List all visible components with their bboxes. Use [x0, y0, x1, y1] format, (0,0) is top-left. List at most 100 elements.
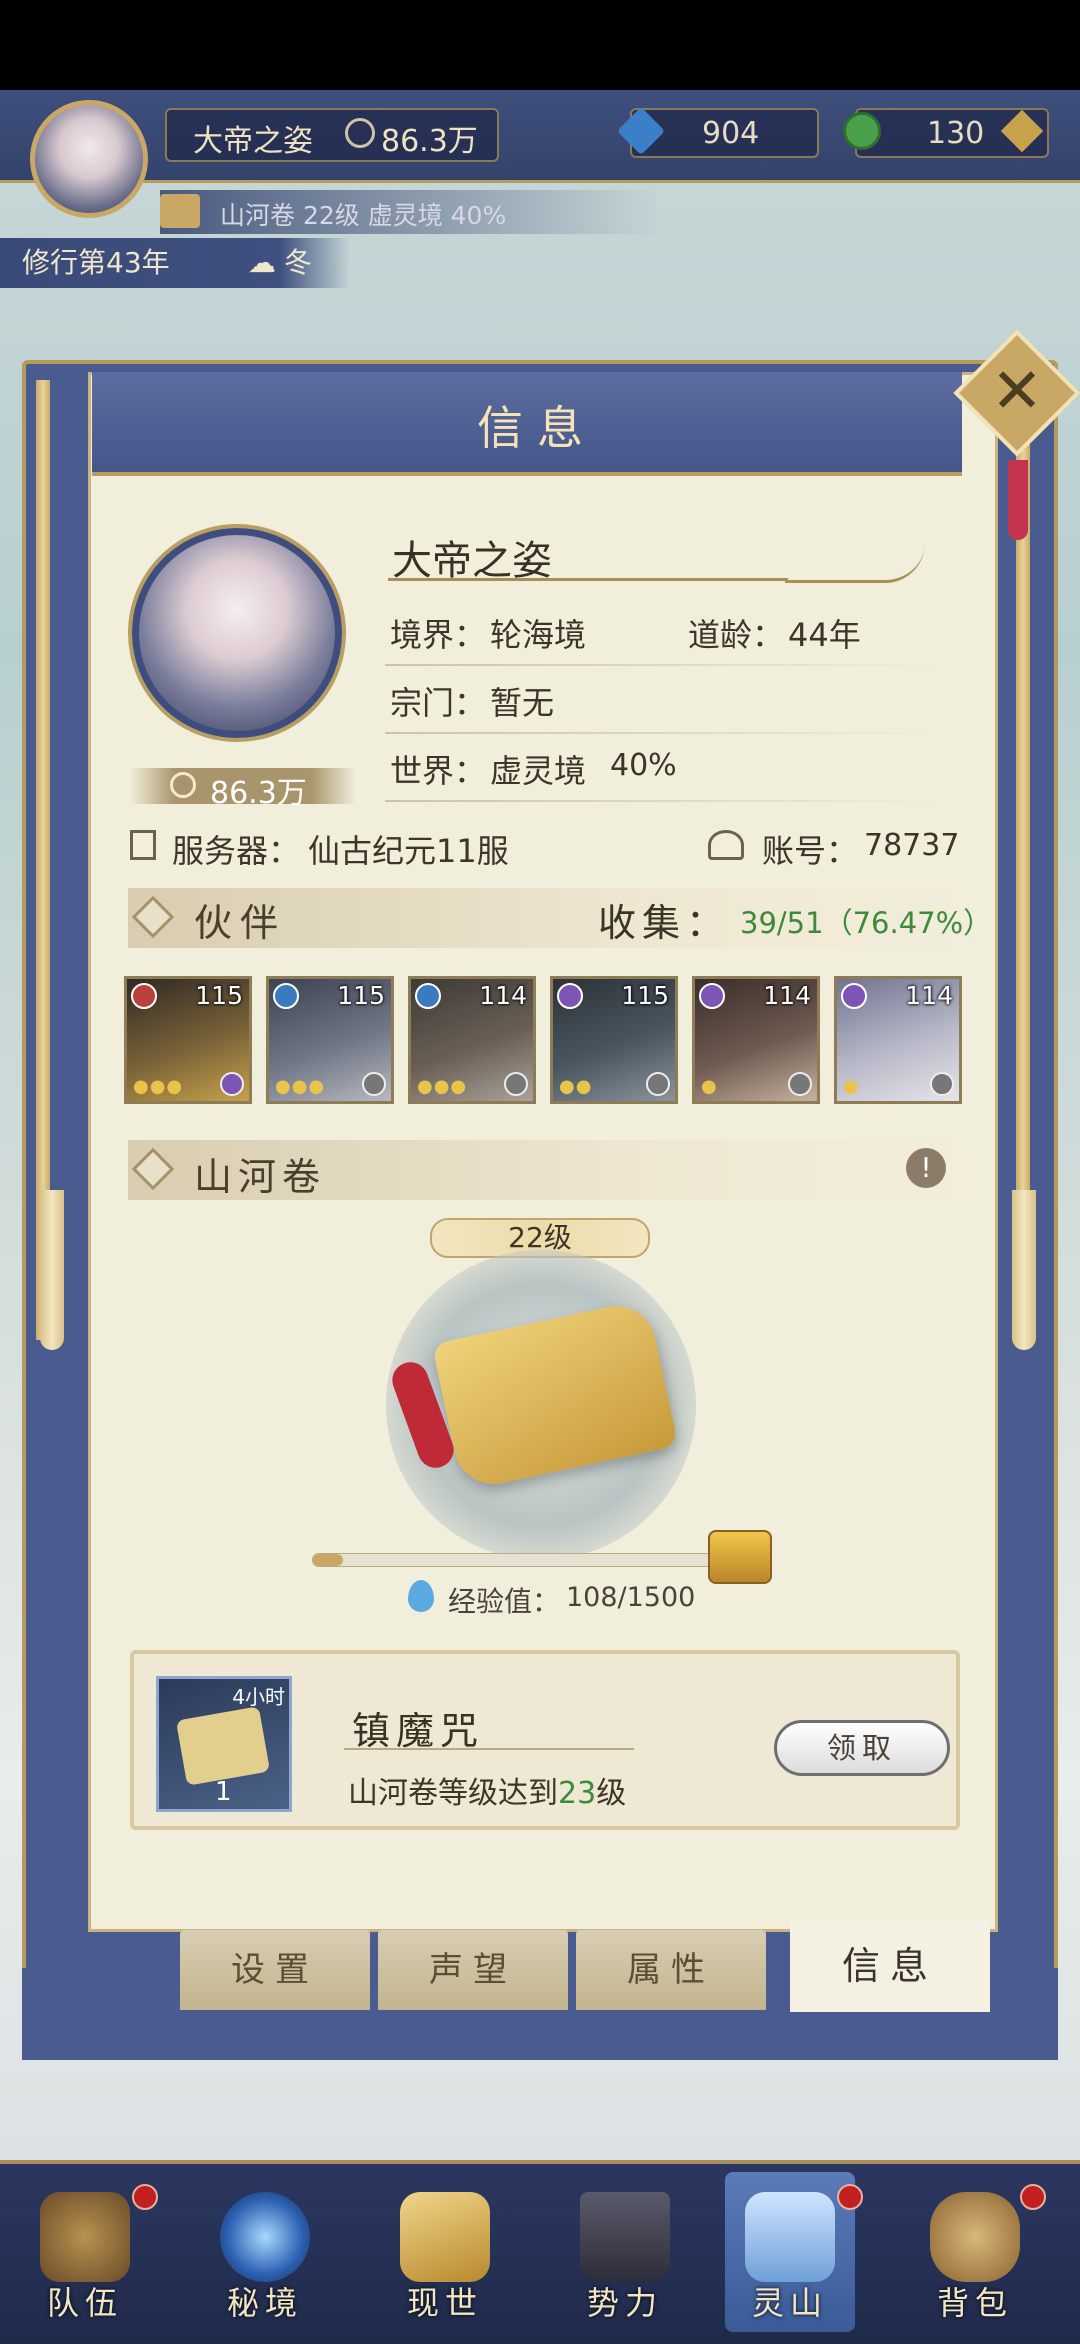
rank-badge-icon [788, 1072, 812, 1096]
partner-card[interactable]: 115 ●● [550, 976, 678, 1104]
panel-title: 信息 [477, 401, 597, 455]
nav-faction[interactable]: 势力 [560, 2172, 690, 2332]
server-value: 仙古纪元11服 [308, 832, 509, 870]
spirit-element-icon [841, 983, 867, 1009]
jade-count: 130 [927, 116, 985, 151]
account-label: 账号： [762, 832, 859, 870]
world-value: 虚灵境 [490, 752, 587, 790]
nav-world-label: 现世 [406, 2284, 483, 2322]
notification-dot [1020, 2184, 1046, 2210]
tab-settings[interactable]: 设置 [180, 1930, 370, 2010]
exp-progress-fill [313, 1554, 344, 1566]
bottom-navigation: 队伍 秘境 现世 势力 灵山 背包 [0, 2160, 1080, 2344]
nav-team[interactable]: 队伍 [20, 2172, 158, 2332]
nav-bag[interactable]: 背包 [910, 2172, 1046, 2332]
fire-element-icon [131, 983, 157, 1009]
rank-badge-icon [362, 1072, 386, 1096]
cultivation-bar: 修行第43年 ☁ 冬 [0, 238, 350, 288]
sub-info-bar: 山河卷 22级 虚灵境 40% [160, 190, 660, 234]
reward-name: 镇魔咒 [352, 1709, 485, 1753]
partner-level: 114 [905, 981, 953, 1010]
realm-label: 境界： [390, 616, 487, 654]
partner-card[interactable]: 114 ● [834, 976, 962, 1104]
exp-drop-icon [408, 1580, 434, 1612]
nav-spirit-mountain[interactable]: 灵山 [725, 2172, 863, 2332]
divider [385, 732, 945, 734]
profile-portrait[interactable] [132, 528, 342, 738]
nav-faction-label: 势力 [586, 2284, 663, 2322]
partner-level: 115 [621, 981, 669, 1010]
tab-info[interactable]: 信息 [790, 1920, 990, 2012]
vortex-icon [220, 2192, 310, 2282]
right-tassel [1012, 1190, 1036, 1350]
rank-badge-icon [930, 1072, 954, 1096]
weather-icon: ☁ [248, 246, 276, 279]
scroll-header: 山河卷 [128, 1140, 988, 1200]
collect-label: 收集： [598, 901, 731, 945]
partner-stars: ● [843, 1076, 860, 1097]
close-icon: ✕ [991, 354, 1043, 427]
exp-value: 108/1500 [566, 1582, 696, 1613]
palace-icon [580, 2192, 670, 2282]
server-label: 服务器： [172, 832, 301, 870]
brush-icon [785, 520, 925, 583]
reward-item[interactable]: 4小时 1 [156, 1676, 292, 1812]
claim-button[interactable]: 领取 [774, 1720, 950, 1776]
divider [385, 800, 945, 802]
jade-currency[interactable]: 130 [843, 108, 1049, 158]
world-percent: 40% [610, 748, 677, 783]
scroll-icon [160, 194, 200, 228]
player-avatar[interactable] [30, 100, 148, 218]
reward-timer: 4小时 [232, 1685, 285, 1709]
add-jade-icon[interactable] [1000, 109, 1044, 153]
sect-value: 暂无 [490, 684, 555, 722]
profile-power: 86.3万 [210, 776, 307, 811]
cultivation-year: 修行第43年 [22, 246, 170, 279]
diamond-icon [131, 1147, 175, 1191]
partner-card[interactable]: 115 ●●● [124, 976, 252, 1104]
sub-info-text: 山河卷 22级 虚灵境 40% [220, 201, 507, 230]
account-value: 78737 [864, 828, 960, 863]
bag-icon [930, 2192, 1020, 2282]
nav-secret-realm-label: 秘境 [226, 2284, 303, 2322]
info-button[interactable]: ! [906, 1148, 946, 1188]
jade-icon [843, 112, 881, 150]
tab-reputation[interactable]: 声望 [378, 1930, 568, 2010]
nav-secret-realm[interactable]: 秘境 [200, 2172, 330, 2332]
partner-card[interactable]: 114 ● [692, 976, 820, 1104]
age-label: 道龄： [688, 616, 785, 654]
sect-label: 宗门： [390, 684, 487, 722]
reward-desc-prefix: 山河卷等级达到 [348, 1776, 558, 1811]
spirit-element-icon [699, 983, 725, 1009]
nav-team-label: 队伍 [46, 2284, 123, 2322]
tab-attributes[interactable]: 属性 [576, 1930, 766, 2010]
nav-bag-label: 背包 [936, 2284, 1013, 2322]
nav-world[interactable]: 现世 [380, 2172, 510, 2332]
team-hat-icon [40, 2192, 130, 2282]
partner-stars: ●●● [133, 1076, 184, 1097]
notification-dot [132, 2184, 158, 2210]
notification-dot [837, 2184, 863, 2210]
partner-card[interactable]: 114 ●●● [408, 976, 536, 1104]
reward-description: 山河卷等级达到23级 [348, 1768, 626, 1812]
divider [385, 664, 945, 666]
gem-currency[interactable]: 904 [616, 106, 819, 158]
rank-badge-icon [504, 1072, 528, 1096]
rank-badge-icon [220, 1072, 244, 1096]
profile-power-bar: 86.3万 [130, 768, 356, 811]
scroll-nav-icon [400, 2192, 490, 2282]
rank-badge-icon [646, 1072, 670, 1096]
name-underline [388, 578, 788, 581]
scroll-title: 山河卷 [194, 1155, 327, 1199]
reward-card: 4小时 1 镇魔咒 山河卷等级达到23级 领取 [130, 1650, 960, 1830]
partner-level: 114 [763, 981, 811, 1010]
nav-spirit-mountain-label: 灵山 [751, 2284, 828, 2322]
partner-stars: ●●● [275, 1076, 326, 1097]
reward-desc-suffix: 级 [596, 1776, 627, 1811]
treasure-chest-icon[interactable] [708, 1530, 772, 1584]
partner-card[interactable]: 115 ●●● [266, 976, 394, 1104]
player-name-pill[interactable]: 大帝之姿 86.3万 [165, 108, 499, 162]
server-icon [130, 830, 156, 860]
spirit-element-icon [557, 983, 583, 1009]
reward-count: 1 [215, 1777, 232, 1807]
